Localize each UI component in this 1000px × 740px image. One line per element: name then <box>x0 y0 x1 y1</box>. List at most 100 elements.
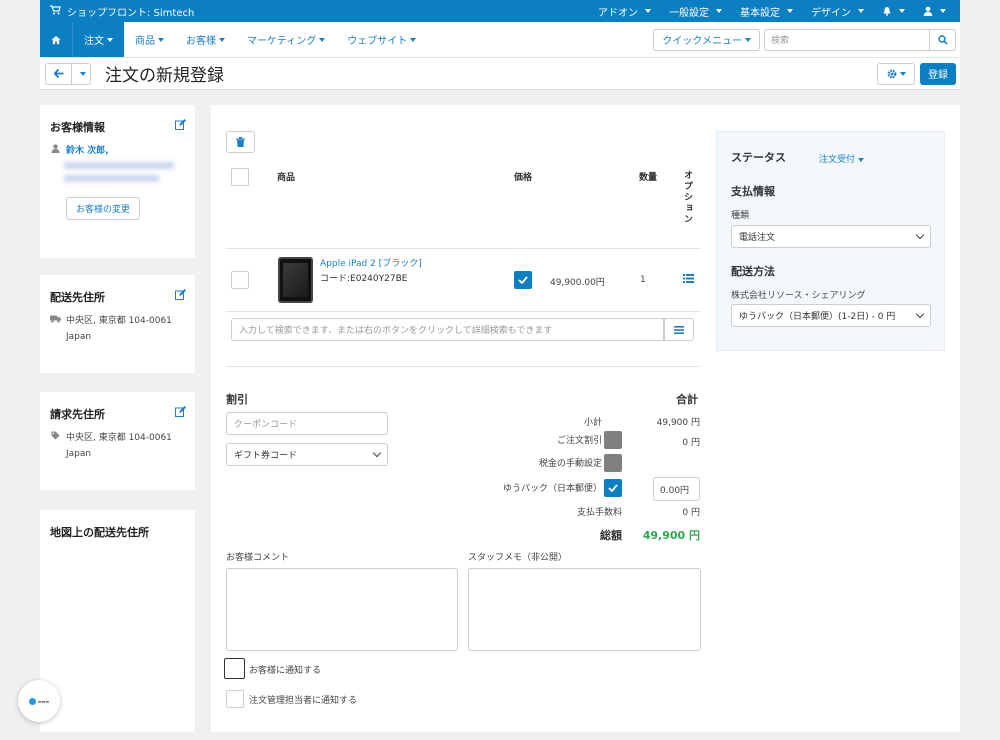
nav-website[interactable]: ウェブサイト <box>336 22 427 57</box>
card-title: 請求先住所 <box>50 408 105 421</box>
notifications-menu[interactable] <box>873 0 914 22</box>
card-title: 地図上の配送先住所 <box>50 526 149 539</box>
select-all-checkbox[interactable] <box>231 168 249 186</box>
main-nav: 注文 商品 お客様 マーケティング ウェブサイト クイックメニュー 検索 <box>40 22 960 58</box>
product-thumbnail[interactable] <box>278 257 313 303</box>
search-button[interactable] <box>930 28 956 51</box>
select-value: ギフト券コード <box>234 451 298 461</box>
user-menu[interactable] <box>914 0 960 22</box>
menu-icon <box>674 325 684 334</box>
gear-icon <box>887 69 896 78</box>
chevron-down-icon <box>372 448 382 458</box>
notify-customer-checkbox[interactable] <box>224 658 245 679</box>
logo-dot-icon <box>28 697 36 705</box>
totals-title: 合計 <box>676 393 698 406</box>
address-line1: 中央区, 東京都 104-0061 <box>66 316 172 326</box>
back-button[interactable] <box>46 63 72 84</box>
order-discount-checkbox[interactable] <box>604 431 622 449</box>
total-value: 49,900 円 <box>642 529 700 542</box>
create-button[interactable]: 登録 <box>920 62 956 85</box>
bell-icon <box>883 7 891 16</box>
topmenu-general[interactable]: 一般設定 <box>660 0 731 22</box>
card-title: お客様情報 <box>50 121 105 134</box>
page-header: 注文の新規登録 登録 <box>40 58 960 90</box>
tag-icon <box>50 430 60 462</box>
check-icon <box>518 276 528 284</box>
price-checkbox[interactable] <box>514 271 532 289</box>
billing-address-card: 請求先住所 中央区, 東京都 104-0061 Japan <box>40 392 195 490</box>
edit-icon[interactable] <box>175 406 186 420</box>
product-search-input[interactable]: 入力して検索できます、または右のボタンをクリックして詳細検索もできます <box>231 318 664 341</box>
shipping-cost-label: ゆうパック（日本郵便） <box>502 484 602 494</box>
staff-note-label: スタッフメモ（非公開） <box>468 553 568 563</box>
subtotal-value: 49,900 円 <box>656 418 700 428</box>
payment-fee-label: 支払手数料 <box>576 508 622 518</box>
customer-comment-textarea[interactable] <box>226 568 458 651</box>
nav-customers[interactable]: お客様 <box>175 22 236 57</box>
nav-label: 商品 <box>135 36 155 47</box>
product-name-link[interactable]: Apple iPad 2 [ブラック] <box>320 256 422 269</box>
select-value: 電話注文 <box>739 233 776 243</box>
nav-label: ウェブサイト <box>347 36 408 47</box>
nav-marketing[interactable]: マーケティング <box>236 22 336 57</box>
divider <box>226 366 701 367</box>
edit-icon[interactable] <box>175 119 186 133</box>
product-price: 49,900.00円 <box>550 278 605 288</box>
settings-button[interactable] <box>877 62 915 85</box>
product-qty[interactable]: 1 <box>640 275 646 285</box>
options-list-icon[interactable] <box>683 274 694 286</box>
topmenu-basic[interactable]: 基本設定 <box>731 0 802 22</box>
nav-label: お客様 <box>186 36 216 47</box>
divider <box>226 311 701 312</box>
advanced-search-button[interactable] <box>664 318 694 341</box>
quick-menu-button[interactable]: クイックメニュー <box>653 28 760 51</box>
notify-admin-checkbox[interactable] <box>226 690 244 708</box>
change-customer-button[interactable]: お客様の変更 <box>66 197 141 220</box>
address-line1: 中央区, 東京都 104-0061 <box>66 433 172 443</box>
shipping-method-select[interactable]: ゆうパック（日本郵便）(1-2日) - 0 円 <box>731 304 931 327</box>
edit-icon[interactable] <box>175 289 186 303</box>
topmenu-label: デザイン <box>811 7 851 19</box>
logo-icon: ▬▬▬ <box>37 698 50 704</box>
shipping-address-text: 中央区, 東京都 104-0061 Japan <box>66 313 172 345</box>
topmenu-label: 一般設定 <box>669 7 709 19</box>
status-dropdown[interactable]: 注文受付 <box>819 152 865 165</box>
search-icon <box>937 34 948 45</box>
status-title: ステータス <box>731 151 786 164</box>
nav-home[interactable] <box>40 22 72 57</box>
discount-title: 割引 <box>226 393 248 406</box>
storefront-label: ショップフロント: Simtech <box>67 7 195 19</box>
chevron-down-icon <box>915 309 925 319</box>
blurred-email <box>64 162 174 169</box>
product-code: コード:E0240Y27BE <box>320 274 408 284</box>
tax-manual-label: 税金の手動設定 <box>538 459 602 469</box>
search-input[interactable]: 検索 <box>764 28 930 51</box>
customer-info-card: お客様情報 鈴木 次郎, お客様の変更 <box>40 105 195 258</box>
row-checkbox[interactable] <box>231 271 249 289</box>
notify-customer-label: お客様に通知する <box>249 666 322 676</box>
gift-certificate-select[interactable]: ギフト券コード <box>226 443 388 466</box>
floating-help-button[interactable]: ▬▬▬ <box>18 680 60 722</box>
topmenu-design[interactable]: デザイン <box>802 0 873 22</box>
storefront-switch[interactable]: ショップフロント: Simtech <box>40 4 194 19</box>
trash-icon <box>236 137 245 147</box>
billing-address-text: 中央区, 東京都 104-0061 Japan <box>66 430 172 462</box>
shipping-cost-input[interactable]: 0.00円 <box>653 477 700 501</box>
col-price: 価格 <box>514 173 533 183</box>
coupon-code-input[interactable]: クーポンコード <box>226 412 388 435</box>
delete-button[interactable] <box>226 131 255 153</box>
page-title: 注文の新規登録 <box>105 66 224 86</box>
nav-products[interactable]: 商品 <box>124 22 175 57</box>
tax-manual-checkbox[interactable] <box>604 454 622 472</box>
back-dropdown[interactable] <box>72 64 90 84</box>
shipping-cost-checkbox[interactable] <box>604 479 622 497</box>
topmenu-addons[interactable]: アドオン <box>589 0 660 22</box>
payment-fee-value: 0 円 <box>682 508 700 518</box>
staff-note-textarea[interactable] <box>468 568 701 651</box>
payment-type-select[interactable]: 電話注文 <box>731 225 931 248</box>
col-qty: 数量 <box>639 173 658 183</box>
home-icon <box>51 35 61 44</box>
caret-icon <box>79 71 86 76</box>
nav-orders[interactable]: 注文 <box>72 22 124 57</box>
customer-name[interactable]: 鈴木 次郎, <box>66 143 109 159</box>
